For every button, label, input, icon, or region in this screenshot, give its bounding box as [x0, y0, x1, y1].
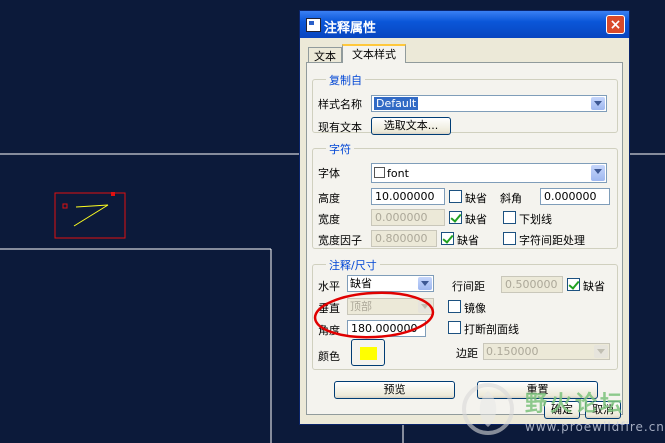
highlight-ellipse [313, 291, 435, 339]
watermark-title: 野火论坛 [525, 392, 626, 417]
annotation-overlay [313, 291, 435, 339]
tab-text-style[interactable]: 文本样式 [342, 44, 406, 63]
watermark-logo [462, 383, 514, 435]
forum-watermark: 野火论坛 www.proewildfire.cn [455, 378, 664, 440]
watermark-url: www.proewildfire.cn [525, 420, 665, 434]
